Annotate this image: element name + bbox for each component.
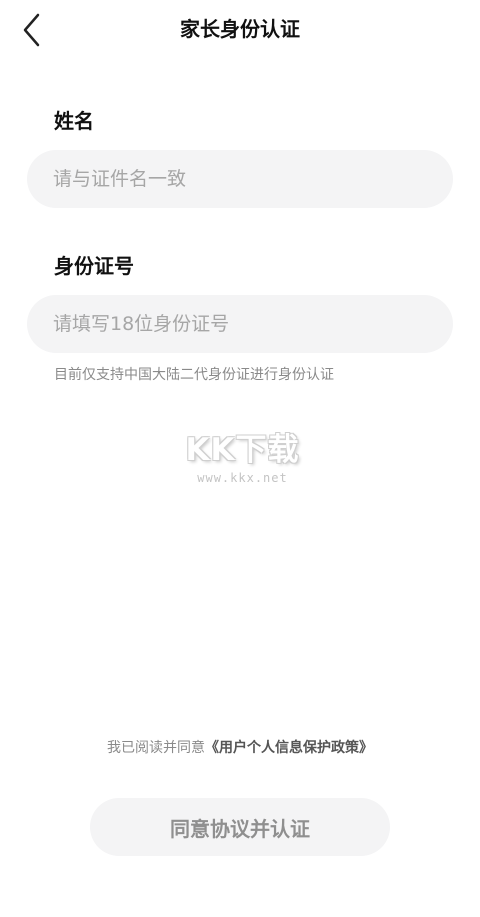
watermark: KK下载 www.kkx.net (180, 430, 305, 490)
id-number-label: 身份证号 (54, 254, 134, 278)
watermark-url: www.kkx.net (197, 471, 288, 485)
agreement-prefix: 我已阅读并同意 (107, 740, 205, 756)
id-support-hint: 目前仅支持中国大陆二代身份证进行身份认证 (54, 367, 334, 383)
page-title: 家长身份认证 (180, 17, 300, 41)
header: 家长身份认证 (0, 0, 480, 58)
agree-and-verify-button[interactable]: 同意协议并认证 (90, 798, 390, 856)
name-label: 姓名 (54, 109, 94, 133)
id-number-input[interactable] (27, 295, 453, 353)
privacy-policy-link[interactable]: 《用户个人信息保护政策》 (205, 740, 373, 756)
watermark-logo: KK下载 (185, 432, 300, 468)
agreement-text: 我已阅读并同意《用户个人信息保护政策》 (0, 737, 480, 759)
name-input[interactable] (27, 150, 453, 208)
